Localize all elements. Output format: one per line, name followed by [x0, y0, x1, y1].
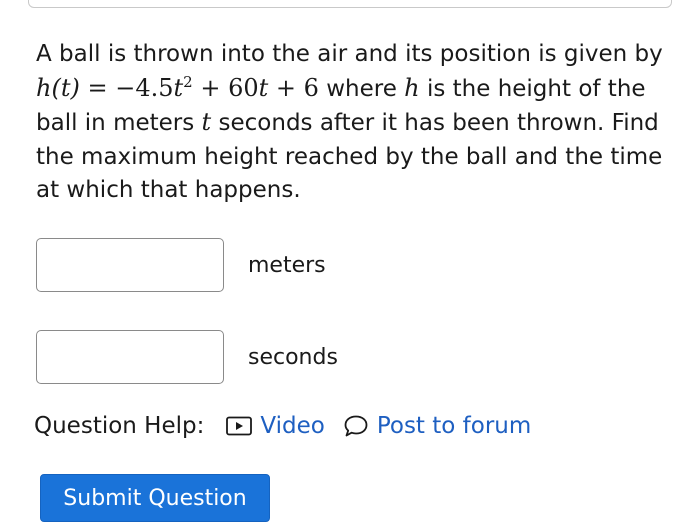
time-answer-input[interactable] — [36, 330, 224, 384]
time-unit-label: seconds — [248, 344, 338, 370]
question-help: Question Help: Video Post to forum — [34, 406, 531, 446]
height-answer-input[interactable] — [36, 238, 224, 292]
previous-panel-edge — [28, 0, 672, 8]
prompt-line-1: A ball is thrown into the air and its po… — [36, 41, 663, 67]
answer-row-time: seconds — [36, 329, 338, 385]
height-unit-label: meters — [248, 252, 326, 278]
post-to-forum-label: Post to forum — [376, 413, 532, 439]
play-box-icon — [226, 416, 253, 436]
answer-row-height: meters — [36, 237, 326, 293]
video-link[interactable]: Video — [226, 413, 325, 439]
video-link-label: Video — [260, 413, 325, 439]
question-prompt: A ball is thrown into the air and its po… — [36, 41, 663, 203]
speech-bubble-icon — [343, 414, 369, 438]
prompt-line-5: at which that happens. — [36, 177, 301, 203]
prompt-line-4: the maximum height reached by the ball a… — [36, 143, 663, 170]
question-page: A ball is thrown into the air and its po… — [0, 0, 700, 532]
equation: h(t) = −4.5t2 + 60t + 6 — [36, 72, 319, 102]
submit-question-button[interactable]: Submit Question — [40, 474, 270, 522]
question-help-label: Question Help: — [34, 413, 205, 439]
post-to-forum-link[interactable]: Post to forum — [343, 413, 531, 439]
